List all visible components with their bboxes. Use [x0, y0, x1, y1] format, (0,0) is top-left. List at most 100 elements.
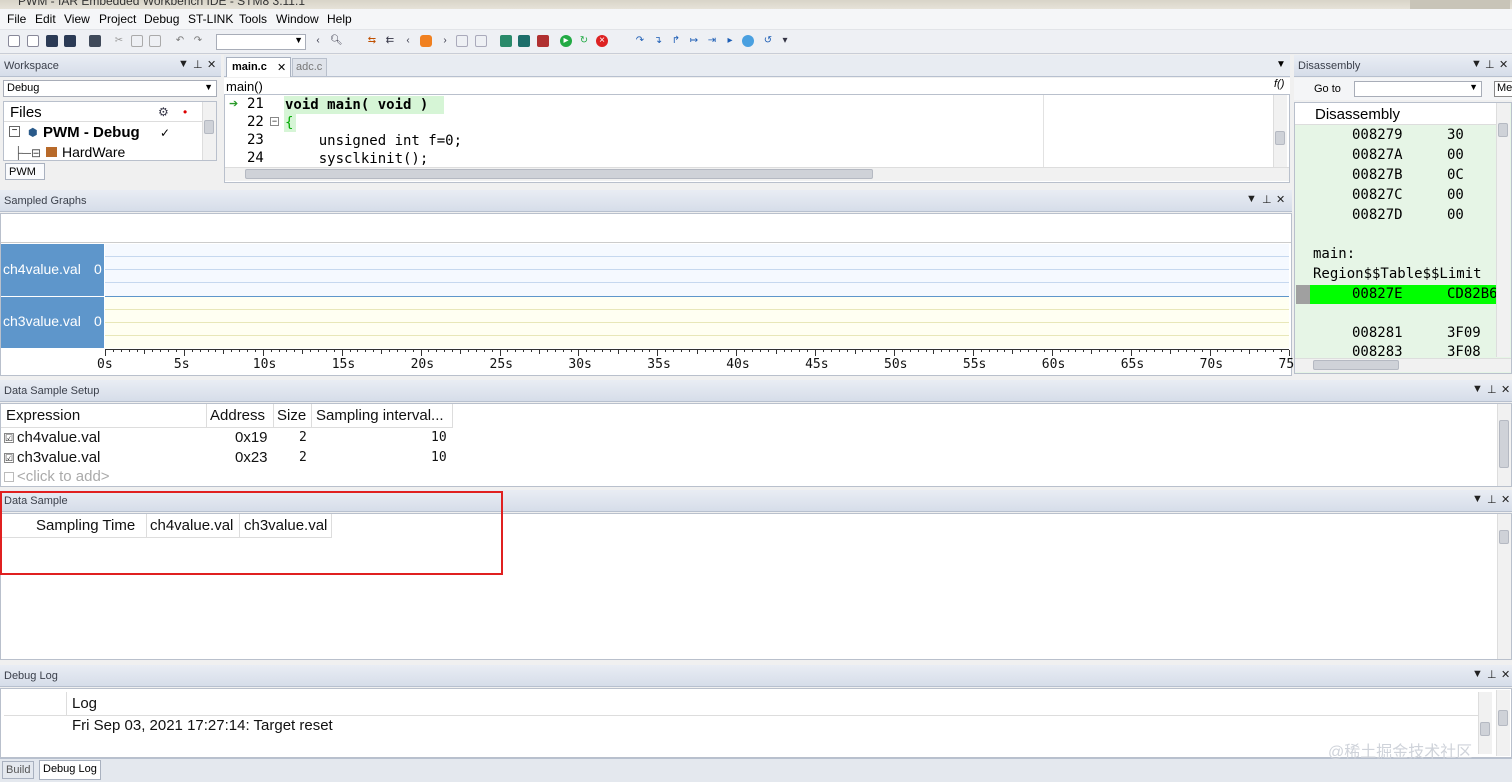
pin-icon[interactable]: ⊥: [1487, 493, 1497, 506]
graph-channel-label[interactable]: ch4value.val 0: [1, 244, 104, 296]
dropdown-icon[interactable]: ▼: [1472, 383, 1483, 395]
tab-debug-log[interactable]: Debug Log: [39, 760, 101, 780]
editor-hscroll[interactable]: [225, 167, 1289, 181]
editor-vscroll[interactable]: [1273, 95, 1287, 167]
column-address[interactable]: Address: [210, 407, 265, 424]
pin-icon[interactable]: ⊥: [193, 58, 203, 71]
menu-st-link[interactable]: ST-LINK: [188, 12, 233, 26]
close-icon[interactable]: ✕: [1501, 383, 1510, 396]
tab-list-icon[interactable]: ▼: [1276, 59, 1286, 70]
new-doc-icon[interactable]: [27, 35, 39, 47]
close-icon[interactable]: ✕: [1501, 668, 1510, 681]
disasm-row[interactable]: 008281 3F09: [1296, 325, 1496, 345]
disasm-row[interactable]: 00827C 00: [1296, 187, 1496, 207]
graph-plot-ch3[interactable]: [105, 297, 1289, 348]
copy-icon[interactable]: [131, 35, 143, 47]
add-row[interactable]: <click to add>: [1, 468, 461, 486]
close-icon[interactable]: ✕: [207, 58, 216, 71]
dropdown-icon[interactable]: ▼: [1471, 58, 1482, 70]
menu-help[interactable]: Help: [327, 12, 352, 26]
find-combo[interactable]: ▼: [216, 34, 306, 50]
folder-name[interactable]: HardWare: [62, 144, 125, 160]
goto-input[interactable]: ▼: [1354, 81, 1482, 97]
go-icon[interactable]: ▸: [560, 35, 572, 47]
tab-build[interactable]: Build: [2, 761, 35, 779]
print-icon[interactable]: [89, 35, 101, 47]
toggle-bookmark-icon[interactable]: ⇆: [366, 35, 378, 47]
close-icon[interactable]: ✕: [1499, 58, 1508, 71]
disasm-current-row[interactable]: 00827E CD82B6: [1310, 285, 1496, 304]
next-bookmark-icon[interactable]: ⇇: [384, 35, 396, 47]
find-icon[interactable]: 🔍︎: [330, 35, 343, 47]
dropdown-icon[interactable]: ▼: [1472, 493, 1483, 505]
save-icon[interactable]: [46, 35, 58, 47]
disasm-row[interactable]: 00827A 00: [1296, 147, 1496, 167]
pin-icon[interactable]: ⊥: [1487, 668, 1497, 681]
menu-project[interactable]: Project: [99, 12, 136, 26]
disasm-row[interactable]: 00827D 00: [1296, 207, 1496, 227]
settings-icon[interactable]: ⚙: [158, 105, 169, 119]
graph-plot-ch4[interactable]: [105, 244, 1289, 296]
step-out-icon[interactable]: ↱: [670, 35, 682, 47]
function-combo[interactable]: main(): [226, 79, 263, 94]
code-editor[interactable]: ➔ 21 22 23 24 − void main( void ) { unsi…: [224, 94, 1290, 183]
menu-debug[interactable]: Debug: [144, 12, 179, 26]
column-expression[interactable]: Expression: [6, 407, 80, 424]
dropdown-icon[interactable]: ▼: [178, 58, 189, 70]
collapse-icon[interactable]: −: [9, 126, 20, 137]
table-row[interactable]: ☑ ch3value.val 0x23 2 10: [1, 448, 461, 468]
download-icon[interactable]: [500, 35, 512, 47]
close-icon[interactable]: ✕: [1501, 493, 1510, 506]
step-over-icon[interactable]: ↷: [634, 35, 646, 47]
compile-icon[interactable]: [456, 35, 468, 47]
pin-icon[interactable]: ⊥: [1262, 193, 1272, 206]
close-icon[interactable]: ✕: [1276, 193, 1285, 206]
click-to-add-placeholder[interactable]: <click to add>: [17, 468, 110, 485]
log-outer-vscroll[interactable]: [1496, 690, 1510, 756]
next-statement-icon[interactable]: ↦: [688, 35, 700, 47]
graph-channel-label[interactable]: ch3value.val 0: [1, 297, 104, 348]
new-file-icon[interactable]: [8, 35, 20, 47]
checkbox[interactable]: ☑: [4, 453, 14, 463]
setup-vscroll[interactable]: [1497, 404, 1511, 486]
reset-debug-icon[interactable]: ↺: [762, 35, 774, 47]
pin-icon[interactable]: ⊥: [1487, 383, 1497, 396]
debug-icon[interactable]: [518, 35, 530, 47]
close-tab-icon[interactable]: ✕: [277, 61, 286, 74]
toolbar-overflow-icon[interactable]: ▾: [779, 35, 791, 47]
disasm-row[interactable]: 008283 3F08: [1296, 344, 1496, 358]
memory-button[interactable]: Me: [1494, 81, 1512, 97]
table-row[interactable]: ☑ ch4value.val 0x19 2 10: [1, 428, 461, 448]
break-icon[interactable]: [742, 35, 754, 47]
reset-icon[interactable]: ↻: [578, 35, 590, 47]
log-vscroll[interactable]: [1478, 692, 1492, 754]
redo-icon[interactable]: ↷: [192, 35, 204, 47]
column-size[interactable]: Size: [277, 407, 306, 424]
column-log[interactable]: Log: [72, 695, 97, 712]
tab-adc-c[interactable]: adc.c: [292, 58, 327, 76]
make-icon[interactable]: [475, 35, 487, 47]
menu-edit[interactable]: Edit: [35, 12, 56, 26]
sample-vscroll[interactable]: [1497, 514, 1511, 659]
back-icon[interactable]: ‹: [312, 35, 324, 47]
column-sampling-interval[interactable]: Sampling interval...: [316, 407, 444, 424]
go-back-icon[interactable]: ‹: [402, 35, 414, 47]
dropdown-icon[interactable]: ▼: [1246, 193, 1257, 205]
workspace-tab-pwm[interactable]: PWM: [5, 163, 45, 180]
menu-tools[interactable]: Tools: [239, 12, 267, 26]
pin-icon[interactable]: ⊥: [1485, 58, 1495, 71]
disasm-row[interactable]: 00827B 0C: [1296, 167, 1496, 187]
tree-scrollbar[interactable]: [202, 102, 216, 160]
project-name[interactable]: PWM - Debug: [43, 124, 140, 141]
go-forward-icon[interactable]: ›: [439, 35, 451, 47]
checkbox[interactable]: ☑: [4, 433, 14, 443]
menu-file[interactable]: File: [7, 12, 26, 26]
tab-main-c[interactable]: main.c ✕: [226, 57, 291, 77]
run-to-cursor-icon[interactable]: ⇥: [706, 35, 718, 47]
step-into-icon[interactable]: ↴: [652, 35, 664, 47]
paste-icon[interactable]: [149, 35, 161, 47]
window-controls[interactable]: [1410, 0, 1510, 9]
dropdown-icon[interactable]: ▼: [1472, 668, 1483, 680]
stop-debug-icon[interactable]: ×: [596, 35, 608, 47]
disasm-row[interactable]: 008279 30: [1296, 127, 1496, 147]
